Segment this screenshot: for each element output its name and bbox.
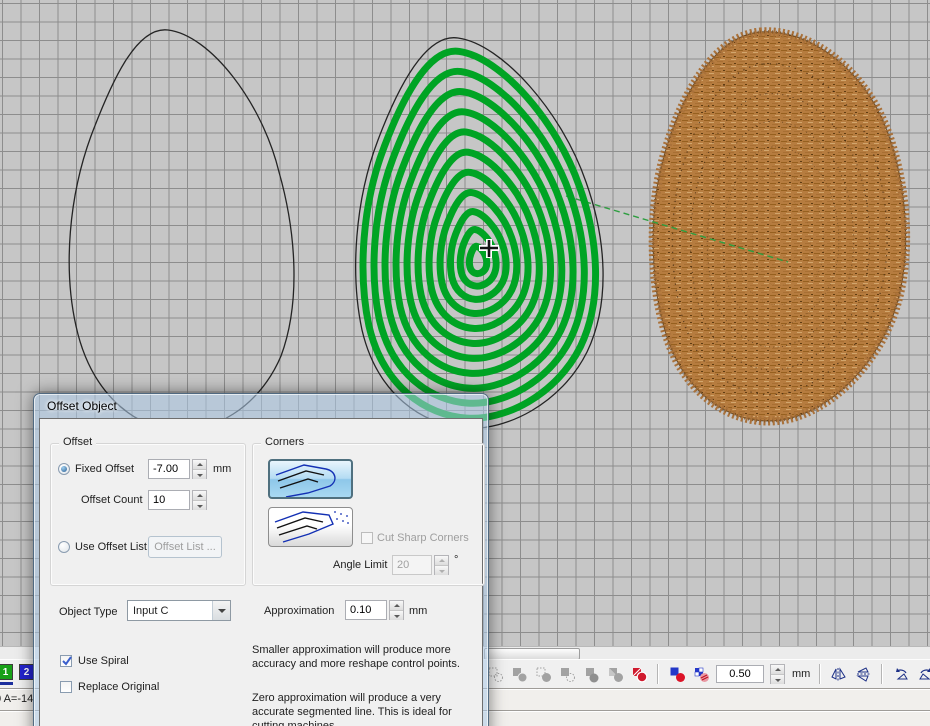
spacing-input[interactable] <box>716 665 764 683</box>
cut-sharp-corners-label: Cut Sharp Corners <box>377 532 469 544</box>
remove-overlaps-icon[interactable] <box>630 665 648 683</box>
merge-icon[interactable] <box>534 665 552 683</box>
app-window: 1 2 <box>0 0 930 726</box>
mirror-vertical-icon[interactable] <box>854 665 872 683</box>
spinner-down-button[interactable] <box>435 565 448 575</box>
rounded-corners-button[interactable] <box>268 459 353 499</box>
spinner-down-button[interactable] <box>193 469 206 479</box>
object-type-label: Object Type <box>59 606 118 618</box>
spinner-up-button[interactable] <box>435 556 448 565</box>
approximation-unit-label: mm <box>409 605 427 617</box>
spacing-spinner[interactable] <box>770 664 785 684</box>
replace-original-checkbox[interactable] <box>60 681 72 693</box>
approximation-description-2: Zero approximation will produce a very a… <box>252 691 462 726</box>
offset-list-button[interactable]: Offset List ... <box>148 536 222 558</box>
fixed-offset-label: Fixed Offset <box>75 463 134 475</box>
color-object-icon[interactable] <box>668 665 686 683</box>
intersect-icon[interactable] <box>582 665 600 683</box>
fixed-offset-unit-label: mm <box>213 463 231 475</box>
use-spiral-label: Use Spiral <box>78 655 129 667</box>
outline-shape <box>69 30 294 431</box>
pattern-fill-icon[interactable] <box>692 665 710 683</box>
spinner-up-button[interactable] <box>193 460 206 469</box>
offset-group-label: Offset <box>59 436 96 448</box>
cut-sharp-corners-checkbox[interactable] <box>361 532 373 544</box>
mirror-horizontal-icon[interactable] <box>830 665 848 683</box>
angle-limit-input[interactable] <box>392 555 432 575</box>
replace-original-label: Replace Original <box>78 681 159 693</box>
use-spiral-checkbox[interactable] <box>60 655 72 667</box>
object-type-dropdown[interactable]: Input C <box>127 600 231 621</box>
approximation-spinner[interactable] <box>389 600 404 620</box>
corners-group: Corners C <box>252 443 485 586</box>
spinner-down-button[interactable] <box>193 500 206 510</box>
object-type-value: Input C <box>128 605 212 617</box>
approximation-label: Approximation <box>264 605 334 617</box>
use-offset-list-label: Use Offset List <box>75 541 147 553</box>
spinner-down-button[interactable] <box>390 610 403 620</box>
approximation-description-1: Smaller approximation will produce more … <box>252 643 462 671</box>
dialog-title: Offset Object <box>47 399 117 413</box>
color-chip-2[interactable]: 2 <box>19 664 34 680</box>
fixed-offset-input[interactable] <box>148 459 190 479</box>
rounded-corner-icon <box>270 461 351 497</box>
knife-icon[interactable] <box>606 665 624 683</box>
use-offset-list-radio[interactable] <box>58 541 70 553</box>
fixed-offset-radio[interactable] <box>58 463 70 475</box>
subtract-icon[interactable] <box>558 665 576 683</box>
spinner-up-button[interactable] <box>390 601 403 610</box>
rotate-cw-icon[interactable] <box>916 665 930 683</box>
spinner-down-button[interactable] <box>771 674 784 684</box>
fixed-offset-spinner[interactable] <box>192 459 207 479</box>
toolbar-separator <box>881 664 883 684</box>
color-chip-1[interactable]: 1 <box>0 664 13 680</box>
angle-limit-spinner[interactable] <box>434 555 449 575</box>
toolbar-separator <box>657 664 659 684</box>
spinner-up-button[interactable] <box>771 665 784 674</box>
stitched-shape <box>653 32 905 421</box>
check-icon <box>60 654 74 668</box>
angle-limit-label: Angle Limit <box>333 559 387 571</box>
dialog-titlebar[interactable]: Offset Object <box>34 394 488 418</box>
offset-count-input[interactable] <box>148 490 190 510</box>
sharp-corners-button[interactable] <box>268 507 353 547</box>
angle-limit-unit-label: ° <box>454 554 458 566</box>
approximation-input[interactable] <box>345 600 387 620</box>
offset-object-dialog: Offset Object Offset Fixed Offset mm Off… <box>33 393 489 726</box>
offset-count-label: Offset Count <box>81 494 143 506</box>
active-color-underline <box>0 682 13 685</box>
spinner-up-button[interactable] <box>193 491 206 500</box>
spiral-offset-shape <box>356 38 603 429</box>
offset-count-spinner[interactable] <box>192 490 207 510</box>
offset-group: Offset Fixed Offset mm Offset Count Use … <box>50 443 246 586</box>
corners-group-label: Corners <box>261 436 308 448</box>
spacing-unit-label: mm <box>792 668 810 680</box>
trim-icon[interactable] <box>510 665 528 683</box>
toolbar-separator <box>819 664 821 684</box>
chevron-down-icon <box>212 601 230 620</box>
sharp-corner-icon <box>269 508 352 546</box>
rotate-ccw-icon[interactable] <box>892 665 910 683</box>
dialog-body: Offset Fixed Offset mm Offset Count Use … <box>39 418 483 726</box>
status-readout: 0 A=-14 <box>0 693 33 705</box>
